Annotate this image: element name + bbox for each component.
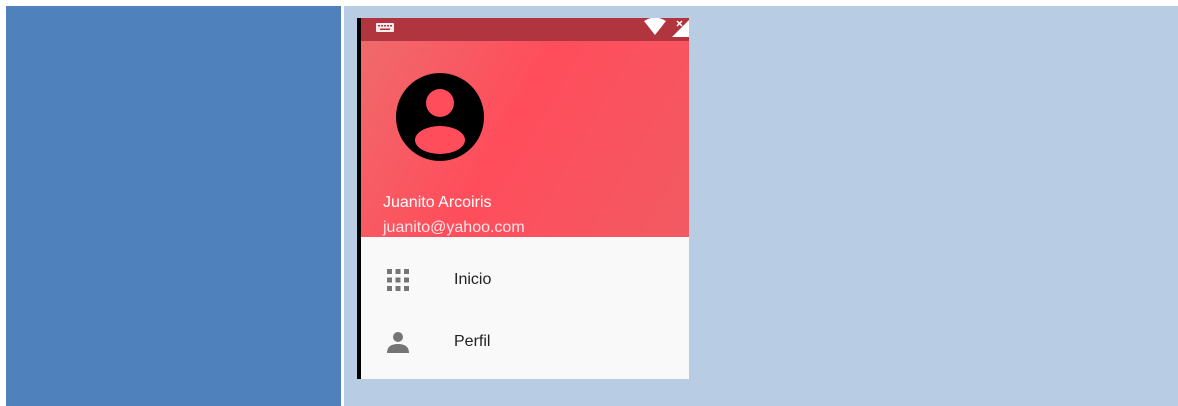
phone-screen: Juanito Arcoiris juanito@yahoo.com Inici… bbox=[357, 18, 689, 379]
menu-item-label: Perfil bbox=[454, 333, 491, 350]
account-circle-icon[interactable] bbox=[395, 72, 485, 162]
table-cell-left bbox=[6, 6, 341, 406]
wifi-icon bbox=[644, 18, 666, 35]
drawer-menu: Inicio Perfil bbox=[357, 237, 689, 379]
drawer-header: Juanito Arcoiris juanito@yahoo.com bbox=[357, 41, 689, 237]
person-icon bbox=[387, 332, 409, 353]
screen-edge bbox=[357, 18, 361, 379]
menu-item-label: Inicio bbox=[454, 271, 492, 288]
status-bar bbox=[357, 18, 689, 41]
user-name: Juanito Arcoiris bbox=[383, 194, 492, 211]
signal-icon bbox=[672, 20, 689, 37]
keyboard-icon bbox=[376, 23, 394, 32]
user-email: juanito@yahoo.com bbox=[383, 219, 525, 236]
menu-item-perfil[interactable]: Perfil bbox=[357, 313, 689, 369]
menu-item-inicio[interactable]: Inicio bbox=[357, 251, 689, 307]
grid-icon bbox=[387, 269, 409, 291]
